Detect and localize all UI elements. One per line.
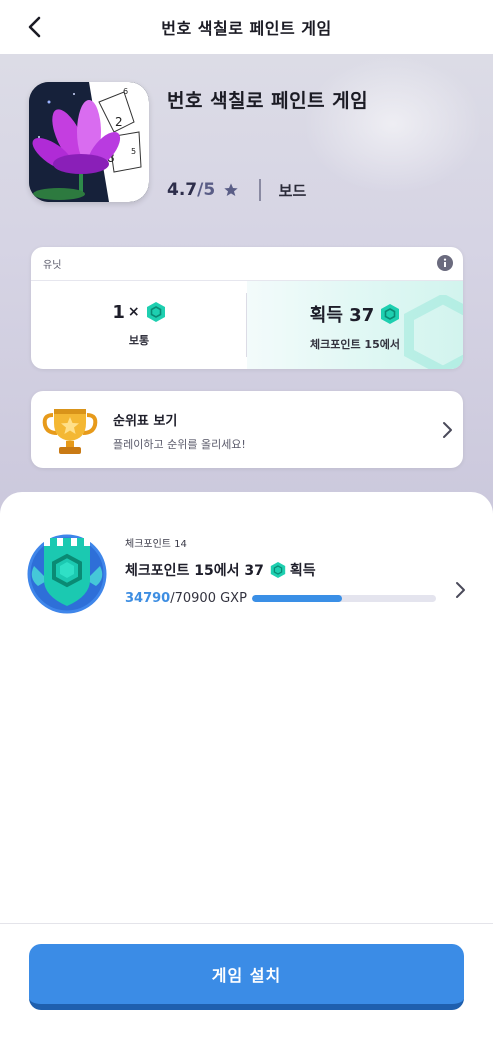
gem-icon (270, 562, 286, 578)
unit-card: 유닛 1 × 보통 획득 37 체크포인트 15에서 (31, 247, 463, 369)
xp-total: /70900 GXP (170, 591, 247, 606)
chevron-right-icon[interactable] (454, 581, 466, 599)
rating-row: 4.7 /5 보드 (167, 178, 306, 202)
checkpoint-title-suffix: 획득 (289, 563, 316, 579)
unit-cost: 1 × 보통 (31, 281, 247, 369)
install-button-label: 게임 설치 (211, 966, 282, 985)
hero-glow (303, 54, 483, 194)
rating-max: /5 (197, 180, 216, 200)
unit-difficulty: 보통 (128, 334, 150, 347)
svg-text:5: 5 (131, 147, 136, 156)
unit-multiplier: × (127, 304, 140, 320)
install-game-button[interactable]: 게임 설치 (29, 944, 464, 1010)
page-title: 번호 색칠로 페인트 게임 (161, 19, 332, 38)
rating-value: 4.7 (167, 180, 198, 200)
checkpoint-title-prefix: 체크포인트 15에서 37 (125, 563, 264, 579)
xp-progress-fill (252, 595, 343, 602)
gem-watermark-icon (404, 295, 463, 369)
unit-reward-row: 획득 37 (310, 301, 400, 327)
unit-card-body: 1 × 보통 획득 37 체크포인트 15에서 (31, 281, 463, 369)
app-icon: 2 8 5 6 (29, 82, 149, 202)
leaderboard-subtitle: 플레이하고 순위를 올리세요! (113, 438, 246, 451)
unit-reward-note: 체크포인트 15에서 (310, 338, 400, 351)
footer-divider (0, 923, 493, 924)
checkpoint-badge-icon (27, 534, 107, 614)
unit-reward: 획득 37 체크포인트 15에서 (247, 281, 463, 369)
trophy-icon (42, 409, 98, 454)
unit-cost-row: 1 × (112, 301, 165, 323)
leaderboard-card[interactable]: 순위표 보기 플레이하고 순위를 올리세요! (31, 391, 463, 468)
checkpoint-label: 체크포인트 14 (125, 539, 187, 550)
xp-text: 34790/70900 GXP (125, 591, 247, 606)
svg-text:2: 2 (115, 115, 123, 129)
leaderboard-title: 순위표 보기 (113, 414, 178, 429)
svg-text:6: 6 (123, 87, 128, 96)
back-arrow-icon[interactable] (22, 14, 48, 40)
info-icon[interactable] (437, 255, 453, 271)
unit-reward-text: 획득 37 (309, 305, 375, 326)
star-icon (224, 183, 238, 196)
genre-label: 보드 (278, 181, 307, 200)
checkpoint-title: 체크포인트 15에서 37 획득 (125, 560, 316, 580)
chevron-right-icon (443, 422, 452, 438)
unit-label: 유닛 (43, 260, 62, 271)
xp-progress-bar (252, 595, 436, 602)
top-bar: 번호 색칠로 페인트 게임 (0, 0, 493, 54)
divider (259, 179, 261, 201)
unit-cost-value: 1 (112, 301, 125, 323)
xp-current: 34790 (125, 591, 171, 606)
app-name: 번호 색칠로 페인트 게임 (167, 90, 369, 112)
gem-icon (146, 302, 165, 322)
gem-icon (381, 304, 400, 324)
unit-card-header: 유닛 (31, 247, 463, 281)
